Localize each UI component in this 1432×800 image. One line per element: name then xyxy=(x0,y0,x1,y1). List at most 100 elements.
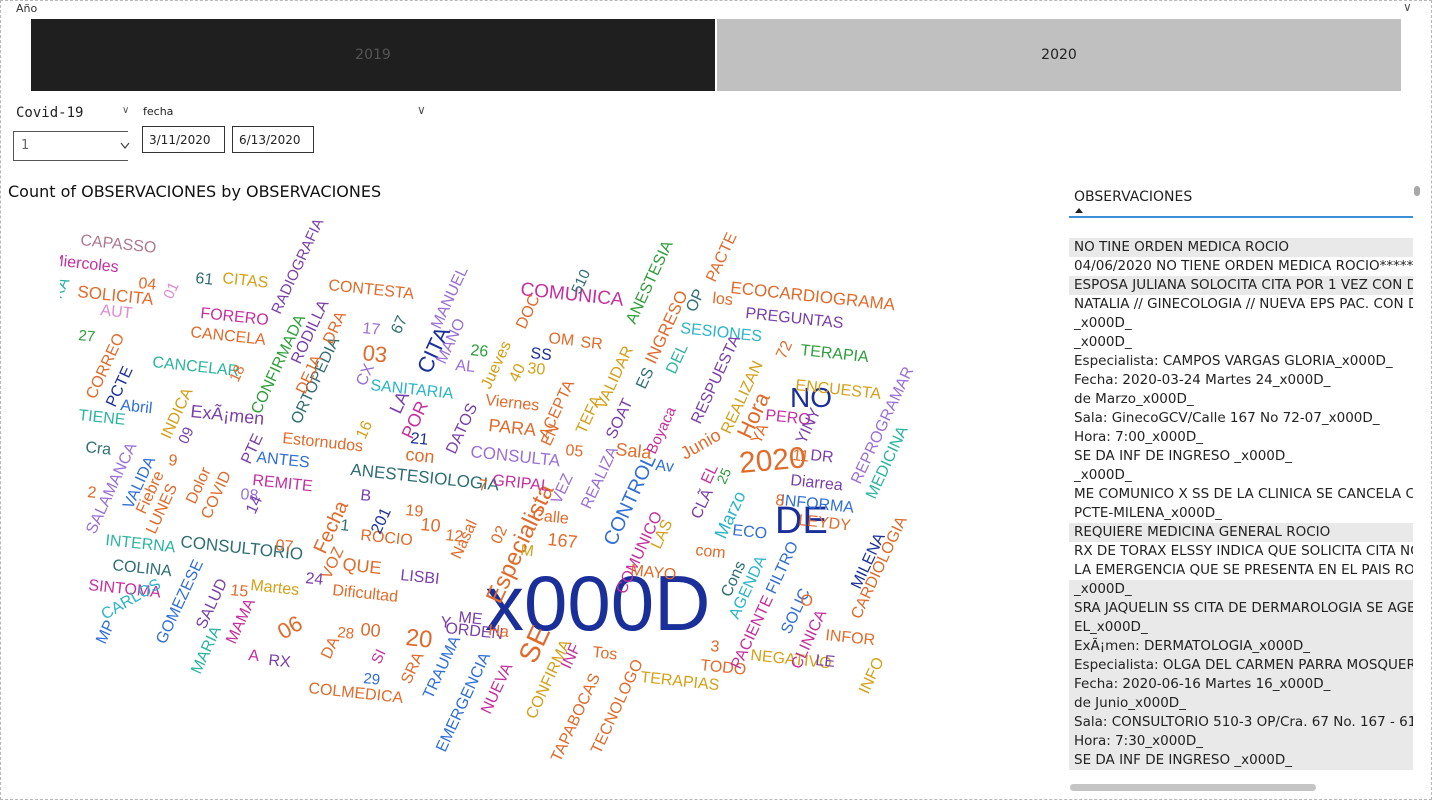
wordcloud-word[interactable]: Dificultad xyxy=(332,582,399,606)
vertical-scrollbar[interactable] xyxy=(1414,186,1420,196)
wordcloud-word[interactable]: 167 xyxy=(547,529,579,552)
table-row[interactable]: Sala: GinecoGCV/Calle 167 No 72-07_x000D… xyxy=(1069,409,1413,428)
table-row[interactable]: Especialista: CAMPOS VARGAS GLORIA_x000D… xyxy=(1069,352,1413,371)
horizontal-scrollbar[interactable] xyxy=(1070,784,1316,791)
table-row[interactable]: Sala: CONSULTORIO 510-3 OP/Cra. 67 No. 1… xyxy=(1069,713,1413,732)
wordcloud-word[interactable]: TEFA xyxy=(573,393,605,437)
wordcloud-word[interactable]: 67 xyxy=(388,313,411,336)
wordcloud-word[interactable]: 17 xyxy=(362,320,382,339)
wordcloud-word[interactable]: 00 xyxy=(360,619,382,641)
wordcloud-word[interactable]: TIENE xyxy=(78,407,127,429)
wordcloud-word[interactable]: REMITE xyxy=(252,472,314,495)
wordcloud-word[interactable]: OP xyxy=(683,287,708,315)
wordcloud-word[interactable]: INFOR xyxy=(825,627,876,649)
wordcloud-word[interactable]: Boyaca xyxy=(643,404,680,457)
chevron-down-icon[interactable]: ∨ xyxy=(1403,0,1412,14)
wordcloud-word[interactable]: Ha xyxy=(488,622,510,641)
table-row[interactable]: LA EMERGENCIA QUE SE PRESENTA EN EL PAIS… xyxy=(1069,561,1413,580)
table-row[interactable]: Hora: 7:30_x000D_ xyxy=(1069,732,1413,751)
table-row[interactable]: Fecha: 2020-03-24 Martes 24_x000D_ xyxy=(1069,371,1413,390)
wordcloud-word[interactable]: 12 xyxy=(445,527,465,546)
table-row[interactable]: _x000D_ xyxy=(1069,466,1413,485)
fecha-start-input[interactable]: 3/11/2020 xyxy=(142,126,225,153)
wordcloud-word[interactable]: ME xyxy=(458,609,484,628)
wordcloud-word[interactable]: 8 xyxy=(775,492,786,510)
wordcloud-word[interactable]: MP xyxy=(93,618,119,647)
wordcloud-word[interactable]: GRIPAL xyxy=(492,472,551,495)
wordcloud-word[interactable]: LISBI xyxy=(400,567,441,588)
wordcloud-word[interactable]: RX xyxy=(268,652,292,671)
wordcloud-word[interactable]: 2 xyxy=(87,484,98,502)
wordcloud-word[interactable]: 7 xyxy=(478,477,489,495)
wordcloud-word[interactable]: SRA xyxy=(398,649,427,686)
table-row[interactable]: _x000D_ xyxy=(1069,333,1413,352)
wordcloud-word[interactable]: QUE xyxy=(342,554,383,578)
wordcloud-word[interactable]: TECNOLOGO xyxy=(588,657,647,757)
wordcloud-word[interactable]: VEZ xyxy=(548,471,577,507)
wordcloud-word[interactable]: Junio xyxy=(677,425,724,464)
year-option-2020[interactable]: 2020 xyxy=(717,19,1401,91)
wordcloud-word[interactable]: 03 xyxy=(361,340,388,367)
wordcloud-word[interactable]: 05 xyxy=(565,442,585,461)
wordcloud-word[interactable]: Estornudos xyxy=(282,430,364,455)
table-row[interactable]: de Junio_x000D_ xyxy=(1069,694,1413,713)
table-row[interactable]: RX DE TORAX ELSSY INDICA QUE SOLICITA CI… xyxy=(1069,542,1413,561)
wordcloud-word[interactable]: JESSIKA xyxy=(60,275,74,342)
wordcloud-word[interactable]: AUT xyxy=(100,302,134,322)
wordcloud-word[interactable]: CONTESTA xyxy=(328,277,416,303)
wordcloud-word[interactable]: 20 xyxy=(404,624,433,654)
wordcloud-word[interactable]: PACTE xyxy=(703,230,740,284)
wordcloud-word[interactable]: 40 xyxy=(506,361,529,384)
covid-dropdown[interactable]: 1 xyxy=(13,131,130,161)
wordcloud-word[interactable]: M xyxy=(520,542,535,560)
wordcloud-word[interactable]: los xyxy=(712,290,734,309)
wordcloud-word[interactable]: 9 xyxy=(168,452,179,470)
table-row[interactable]: SE DA INF DE INGRESO _x000D_ xyxy=(1069,447,1413,466)
wordcloud-word[interactable]: SI xyxy=(368,647,389,667)
wordcloud-word[interactable]: 04 xyxy=(138,275,158,294)
wordcloud-word[interactable]: COLMEDICA xyxy=(308,680,405,707)
wordcloud-word[interactable]: REALIZA xyxy=(578,444,622,512)
table-row[interactable]: REQUIERE MEDICINA GENERAL ROCIO xyxy=(1069,523,1413,542)
wordcloud-word[interactable]: TERAPIA xyxy=(800,342,870,366)
wordcloud-word[interactable]: 24 xyxy=(305,570,325,589)
fecha-end-input[interactable]: 6/13/2020 xyxy=(232,126,314,153)
wordcloud-word[interactable]: 11 xyxy=(792,447,810,466)
wordcloud-word[interactable]: LE xyxy=(815,652,836,671)
wordcloud-word[interactable]: SR xyxy=(580,334,604,353)
wordcloud-word[interactable]: com xyxy=(695,542,727,562)
wordcloud-word[interactable]: 21 xyxy=(410,430,430,449)
wordcloud-word[interactable]: ES xyxy=(633,365,657,392)
wordcloud-word[interactable]: INFO xyxy=(856,655,888,697)
wordcloud-word[interactable]: FILTRO xyxy=(763,539,802,597)
wordcloud-word[interactable]: AL xyxy=(455,357,476,376)
wordcloud-word[interactable]: Diarrea xyxy=(790,472,844,494)
wordcloud-word[interactable]: ROCIO xyxy=(360,527,414,549)
table-row[interactable]: _x000D_ xyxy=(1069,314,1413,333)
wordcloud-word[interactable]: 07 xyxy=(275,537,295,556)
wordcloud-word[interactable]: SALUD xyxy=(193,576,231,632)
wordcloud-word[interactable]: 1 xyxy=(340,517,351,535)
wordcloud-word[interactable]: 72 xyxy=(773,338,796,361)
table-row[interactable]: SRA JAQUELIN SS CITA DE DERMAROLOGIA SE … xyxy=(1069,599,1413,618)
wordcloud-word[interactable]: SESIONES xyxy=(680,320,763,345)
table-row[interactable]: NO TINE ORDEN MEDICA ROCIO xyxy=(1069,238,1413,257)
table-row[interactable]: Especialista: OLGA DEL CARMEN PARRA MOSQ… xyxy=(1069,656,1413,675)
wordcloud-word[interactable]: 30 xyxy=(527,360,547,379)
wordcloud-word[interactable]: 26 xyxy=(470,342,490,361)
wordcloud-word[interactable]: 28 xyxy=(337,624,355,643)
table-row[interactable]: ME COMUNICO X SS DE LA CLINICA SE CANCEL… xyxy=(1069,485,1413,504)
sort-ascending-icon[interactable] xyxy=(1075,208,1083,213)
table-row[interactable]: de Marzo_x000D_ xyxy=(1069,390,1413,409)
wordcloud-word[interactable]: Viernes xyxy=(485,392,540,415)
wordcloud-word[interactable]: DOC xyxy=(513,292,543,331)
chevron-down-icon[interactable]: ∨ xyxy=(417,103,426,117)
wordcloud-word[interactable]: 3 xyxy=(710,638,721,656)
table-row[interactable]: PCTE-MILENA_x000D_ xyxy=(1069,504,1413,523)
wordcloud-word[interactable]: INTERNA xyxy=(105,532,177,556)
wordcloud-word[interactable]: A xyxy=(248,647,261,665)
wordcloud-word[interactable]: Y xyxy=(440,614,453,632)
wordcloud-word[interactable]: 27 xyxy=(78,327,96,346)
wordcloud-word[interactable]: Av xyxy=(655,457,675,476)
chevron-down-icon[interactable]: ∨ xyxy=(122,105,129,116)
